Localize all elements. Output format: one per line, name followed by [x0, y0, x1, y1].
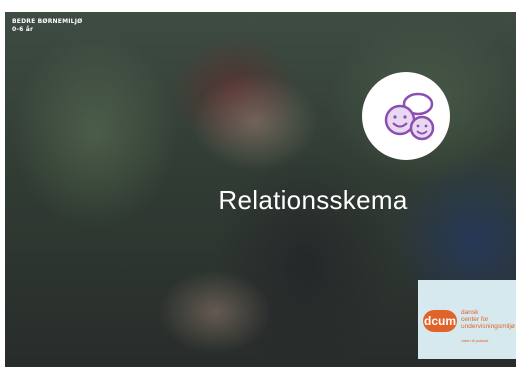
- program-name: BEDRE BØRNEMILJØ: [12, 18, 83, 25]
- program-label: BEDRE BØRNEMILJØ 0-6 år: [12, 18, 82, 34]
- slide: BEDRE BØRNEMILJØ 0-6 år Relationsskema d…: [0, 0, 516, 367]
- age-range: 0-6 år: [12, 26, 34, 33]
- slide-title: Relationsskema: [218, 185, 408, 215]
- logo-line-3: undervisningsmiljø: [461, 323, 515, 330]
- logo-mark: dcum: [423, 310, 457, 332]
- logo-text: dansk center for undervisningsmiljø: [461, 309, 515, 330]
- smiling-faces-icon: [362, 72, 450, 160]
- logo-line-2: center for: [461, 316, 489, 323]
- logo-line-1: dansk: [461, 309, 479, 316]
- logo-tagline: viden til praksis: [461, 338, 489, 343]
- dcum-logo: dcum dansk center for undervisningsmiljø…: [418, 280, 516, 359]
